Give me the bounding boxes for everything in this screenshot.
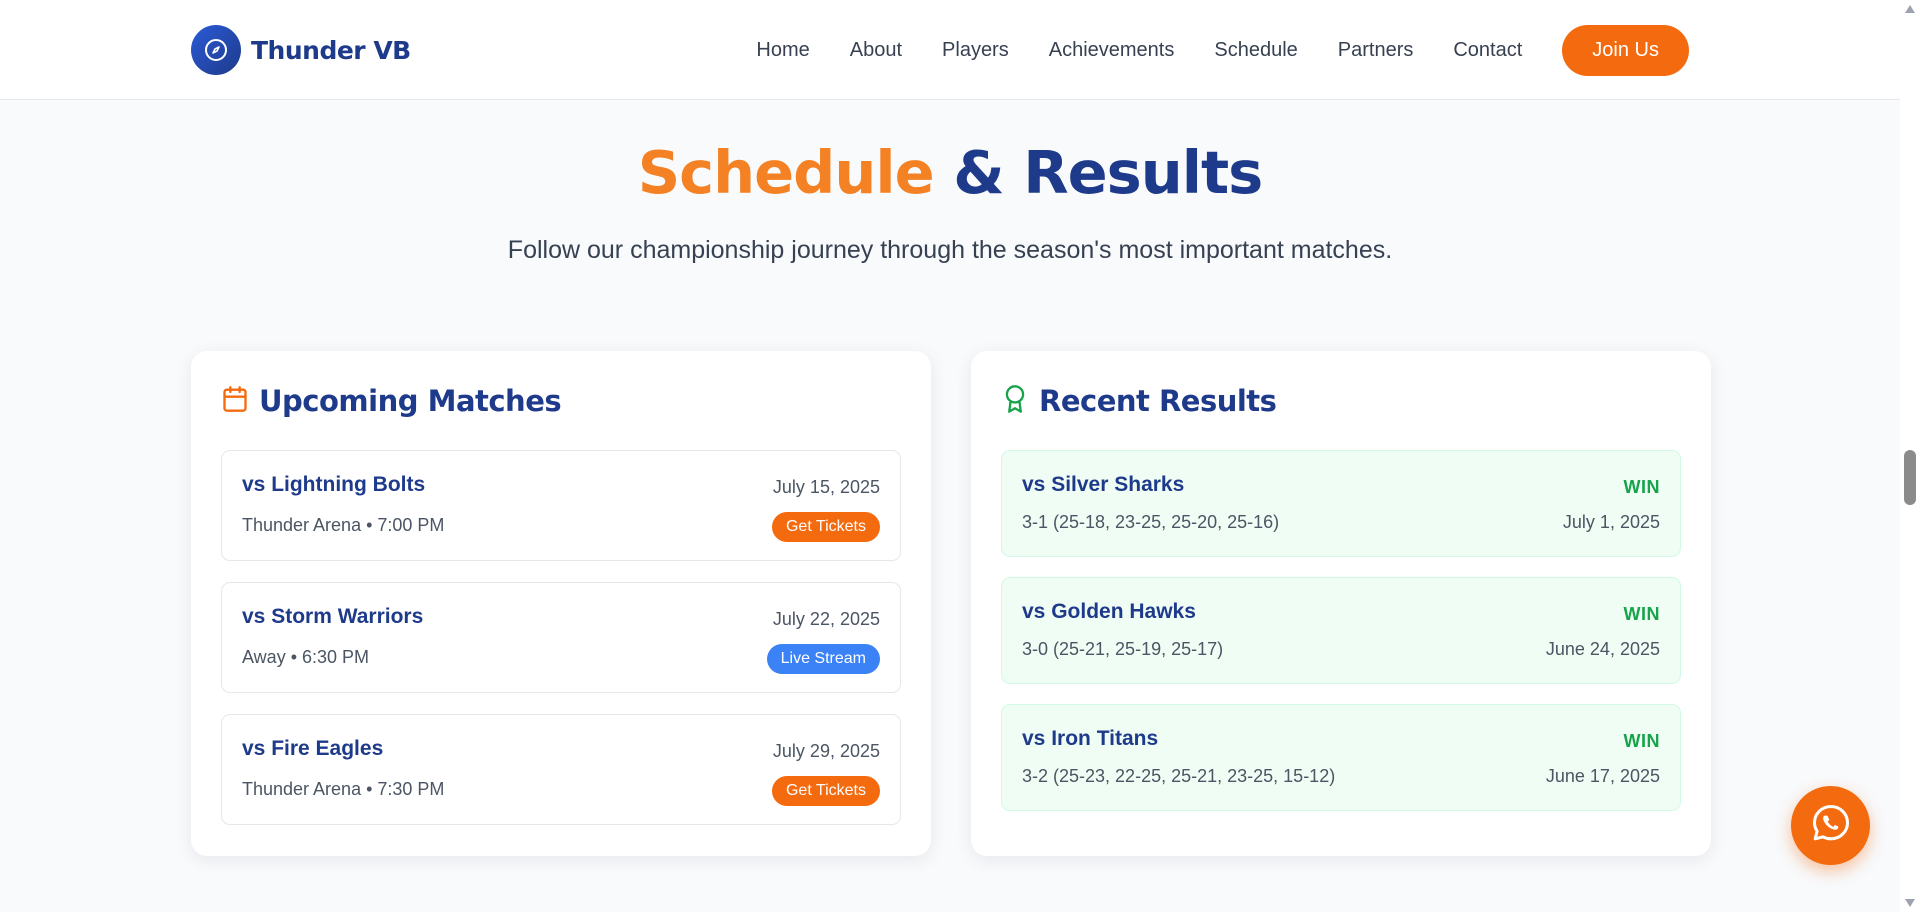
result-date: July 1, 2025 [1562, 512, 1660, 532]
brand-logo[interactable]: Thunder VB [191, 25, 411, 75]
calendar-icon [221, 385, 249, 418]
scroll-thumb[interactable] [1904, 450, 1916, 505]
match-opponent: vs Storm Warriors [242, 605, 424, 628]
whatsapp-icon [1809, 801, 1853, 850]
get-tickets-button[interactable]: Get Tickets [771, 512, 880, 542]
match-date: July 15, 2025 [772, 477, 880, 497]
results-title: Recent Results [1039, 384, 1277, 418]
brand-name: Thunder VB [251, 35, 411, 65]
page-subtitle: Follow our championship journey through … [507, 236, 1393, 264]
upcoming-title: Upcoming Matches [259, 384, 562, 418]
nav-partners[interactable]: Partners [1338, 39, 1414, 62]
result-outcome: WIN [1623, 477, 1660, 497]
results-header: Recent Results [1001, 381, 1277, 421]
main-nav: Home About Players Achievements Schedule… [756, 24, 1689, 76]
upcoming-header: Upcoming Matches [221, 381, 562, 421]
page-title: Schedule & Results [0, 138, 1900, 207]
result-item[interactable]: vs Silver Sharks WIN 3-1 (25-18, 23-25, … [1001, 450, 1681, 557]
nav-achievements[interactable]: Achievements [1049, 39, 1175, 62]
match-opponent: vs Lightning Bolts [242, 473, 426, 496]
page-scrollbar[interactable] [1900, 0, 1920, 912]
result-outcome: WIN [1623, 604, 1660, 624]
nav-about[interactable]: About [850, 39, 902, 62]
match-item[interactable]: vs Storm Warriors July 22, 2025 Away • 6… [221, 582, 901, 693]
result-score: 3-0 (25-21, 25-19, 25-17) [1022, 639, 1224, 659]
result-score: 3-1 (25-18, 23-25, 25-20, 25-16) [1022, 512, 1280, 532]
result-date: June 24, 2025 [1545, 639, 1660, 659]
site-header: Thunder VB Home About Players Achievemen… [0, 0, 1900, 100]
nav-home[interactable]: Home [756, 39, 809, 62]
match-opponent: vs Fire Eagles [242, 737, 384, 760]
whatsapp-button[interactable] [1791, 786, 1870, 865]
result-date: June 17, 2025 [1545, 766, 1660, 786]
upcoming-matches-card: Upcoming Matches vs Lightning Bolts July… [191, 351, 931, 856]
recent-results-card: Recent Results vs Silver Sharks WIN 3-1 … [971, 351, 1711, 856]
match-date: July 22, 2025 [772, 609, 880, 629]
title-rest: & Results [933, 138, 1263, 207]
result-opponent: vs Silver Sharks [1022, 473, 1185, 496]
nav-schedule[interactable]: Schedule [1214, 39, 1297, 62]
title-highlight: Schedule [637, 138, 935, 207]
nav-players[interactable]: Players [942, 39, 1009, 62]
result-score: 3-2 (25-23, 22-25, 25-21, 23-25, 15-12) [1022, 766, 1336, 786]
match-details: Thunder Arena • 7:30 PM [242, 779, 445, 799]
result-outcome: WIN [1623, 731, 1660, 751]
scroll-up-arrow-icon[interactable] [1905, 5, 1915, 13]
result-opponent: vs Golden Hawks [1022, 600, 1196, 623]
get-tickets-button[interactable]: Get Tickets [771, 776, 880, 806]
match-details: Away • 6:30 PM [242, 647, 370, 667]
scroll-down-arrow-icon[interactable] [1905, 899, 1915, 907]
result-opponent: vs Iron Titans [1022, 727, 1159, 750]
award-icon [1001, 384, 1029, 419]
result-item[interactable]: vs Iron Titans WIN 3-2 (25-23, 22-25, 25… [1001, 704, 1681, 811]
match-item[interactable]: vs Lightning Bolts July 15, 2025 Thunder… [221, 450, 901, 561]
match-item[interactable]: vs Fire Eagles July 29, 2025 Thunder Are… [221, 714, 901, 825]
result-item[interactable]: vs Golden Hawks WIN 3-0 (25-21, 25-19, 2… [1001, 577, 1681, 684]
live-stream-button[interactable]: Live Stream [766, 644, 880, 674]
match-details: Thunder Arena • 7:00 PM [242, 515, 445, 535]
compass-icon [191, 25, 241, 75]
nav-contact[interactable]: Contact [1453, 39, 1522, 62]
join-us-button[interactable]: Join Us [1562, 24, 1689, 76]
match-date: July 29, 2025 [772, 741, 880, 761]
